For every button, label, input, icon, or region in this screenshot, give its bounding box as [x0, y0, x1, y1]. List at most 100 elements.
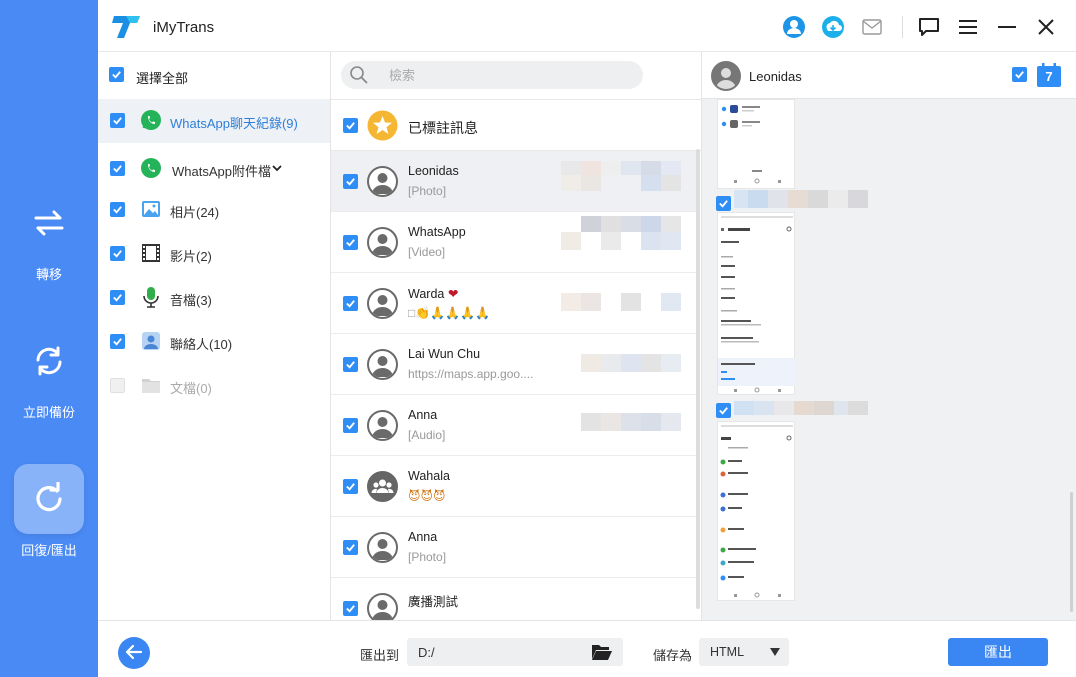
- chat-name: Leonidas: [408, 164, 459, 178]
- preview-scrollbar[interactable]: [1070, 492, 1073, 612]
- avatar: [367, 166, 398, 197]
- pixelated-preview: [561, 216, 681, 250]
- folder-open-icon[interactable]: [591, 643, 613, 664]
- preview-image[interactable]: [717, 99, 795, 189]
- category-documents[interactable]: 文檔(0): [98, 364, 330, 408]
- bottom-bar: 匯出到 D:/ 儲存為 HTML 匯出: [98, 620, 1076, 677]
- chat-last-message: 😈😈😈: [408, 489, 446, 503]
- avatar: [367, 410, 398, 441]
- export-button[interactable]: 匯出: [948, 638, 1048, 666]
- preview-select-checkbox[interactable]: [1012, 67, 1027, 82]
- heart-emoji-icon: ❤: [447, 287, 459, 301]
- chat-checkbox[interactable]: [343, 540, 358, 555]
- select-all-checkbox[interactable]: [109, 67, 124, 82]
- category-label: 音檔(3): [170, 293, 212, 308]
- avatar: [367, 593, 398, 620]
- calendar-icon[interactable]: 7: [1036, 63, 1062, 88]
- group-avatar-icon: [367, 471, 398, 502]
- format-select[interactable]: HTML: [699, 638, 789, 666]
- chat-name: WhatsApp: [408, 225, 466, 239]
- account-icon[interactable]: [781, 14, 807, 40]
- category-whatsapp-attachments[interactable]: WhatsApp附件檔: [98, 147, 330, 191]
- preview-contact-name: Leonidas: [749, 69, 802, 84]
- chat-row[interactable]: Lai Wun Chu https://maps.app.goo....: [331, 334, 697, 395]
- chevron-down-icon[interactable]: [272, 161, 282, 176]
- export-to-label: 匯出到: [360, 648, 400, 663]
- category-checkbox[interactable]: [110, 378, 125, 393]
- chat-checkbox[interactable]: [343, 174, 358, 189]
- mail-icon[interactable]: [859, 14, 885, 40]
- category-label: 文檔(0): [170, 381, 212, 396]
- chat-list-scrollbar[interactable]: [696, 149, 700, 609]
- category-audio[interactable]: 音檔(3): [98, 276, 330, 320]
- chat-name: Anna: [408, 530, 438, 544]
- chat-row[interactable]: WhatsApp [Video]: [331, 212, 697, 273]
- category-checkbox[interactable]: [110, 246, 125, 261]
- chat-checkbox[interactable]: [343, 601, 358, 616]
- chat-row[interactable]: Leonidas [Photo]: [331, 151, 697, 212]
- transfer-icon: [14, 188, 84, 258]
- pixelated-preview: [734, 190, 868, 208]
- chat-checkbox[interactable]: [343, 296, 358, 311]
- whatsapp-icon: [140, 109, 162, 131]
- category-contacts[interactable]: 聯絡人(10): [98, 320, 330, 364]
- close-icon[interactable]: [1033, 14, 1059, 40]
- chat-row[interactable]: 廣播測試: [331, 578, 697, 620]
- preview-image[interactable]: [717, 421, 795, 601]
- category-checkbox[interactable]: [110, 161, 125, 176]
- contact-icon: [140, 330, 162, 352]
- search-input[interactable]: [389, 66, 629, 84]
- export-path-field[interactable]: D:/: [407, 638, 623, 666]
- chat-name: Anna: [408, 408, 438, 422]
- nav-transfer[interactable]: 轉移: [0, 188, 98, 283]
- chat-row[interactable]: Wahala 😈😈😈: [331, 456, 697, 517]
- chat-last-message: [Video]: [408, 245, 446, 259]
- category-checkbox[interactable]: [110, 290, 125, 305]
- starred-messages-row[interactable]: 已標註訊息: [331, 99, 701, 151]
- avatar: [367, 227, 398, 258]
- film-icon: [140, 242, 162, 264]
- pixelated-preview: [561, 161, 681, 191]
- category-photos[interactable]: 相片(24): [98, 188, 330, 232]
- chat-last-message: https://maps.app.goo....: [408, 367, 534, 381]
- category-checkbox[interactable]: [110, 202, 125, 217]
- left-nav: 轉移 立即備份 回復/匯出: [0, 0, 98, 677]
- preview-item-checkbox[interactable]: [716, 403, 731, 418]
- search-icon: [349, 65, 369, 88]
- chat-checkbox[interactable]: [343, 357, 358, 372]
- category-checkbox[interactable]: [110, 334, 125, 349]
- nav-restore[interactable]: 回復/匯出: [0, 464, 98, 559]
- download-icon[interactable]: [820, 14, 846, 40]
- nav-backup[interactable]: 立即備份: [0, 326, 98, 421]
- category-whatsapp-chats[interactable]: WhatsApp聊天紀錄(9): [98, 99, 330, 143]
- category-videos[interactable]: 影片(2): [98, 232, 330, 276]
- chat-last-message: [Audio]: [408, 428, 446, 442]
- back-button[interactable]: [118, 637, 150, 669]
- chat-checkbox[interactable]: [343, 418, 358, 433]
- microphone-icon: [140, 286, 162, 308]
- minimize-icon[interactable]: [994, 14, 1020, 40]
- photo-icon: [140, 198, 162, 220]
- preview-image[interactable]: [717, 212, 796, 395]
- starred-checkbox[interactable]: [343, 118, 358, 133]
- feedback-icon[interactable]: [916, 14, 942, 40]
- chat-last-message: □👏🙏🙏🙏🙏: [408, 306, 490, 320]
- chat-row[interactable]: Anna [Audio]: [331, 395, 697, 456]
- category-checkbox[interactable]: [110, 113, 125, 128]
- folder-icon: [140, 374, 162, 396]
- menu-icon[interactable]: [955, 14, 981, 40]
- export-path-value: D:/: [418, 645, 435, 660]
- title-bar: iMyTrans: [98, 0, 1076, 52]
- preview-panel: Leonidas 7: [702, 52, 1076, 620]
- chat-last-message: [Photo]: [408, 550, 447, 564]
- pixelated-preview: [734, 401, 868, 415]
- chat-checkbox[interactable]: [343, 235, 358, 250]
- category-label: WhatsApp聊天紀錄(9): [170, 116, 298, 131]
- chat-checkbox[interactable]: [343, 479, 358, 494]
- dropdown-arrow-icon: [770, 648, 780, 656]
- restore-icon: [14, 464, 84, 534]
- chat-row[interactable]: Warda ❤ □👏🙏🙏🙏🙏: [331, 273, 697, 334]
- search-box: [341, 61, 643, 89]
- preview-item-checkbox[interactable]: [716, 196, 731, 211]
- chat-row[interactable]: Anna [Photo]: [331, 517, 697, 578]
